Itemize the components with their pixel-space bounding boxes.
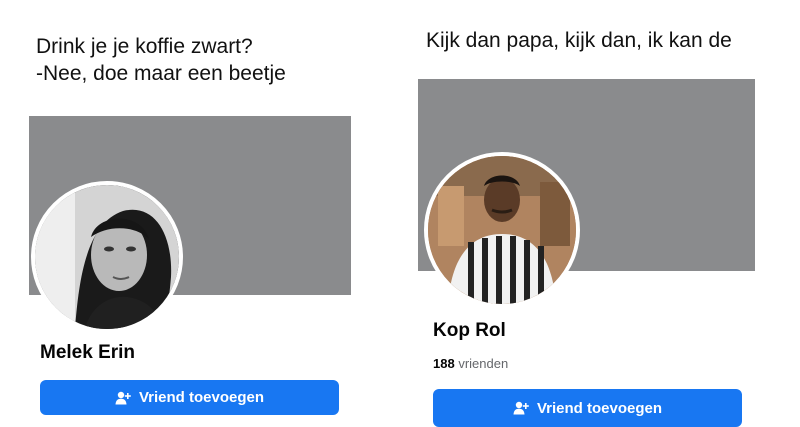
friends-number: 188 (433, 356, 455, 371)
caption-line-2: -Nee, doe maar een beetje (36, 62, 286, 85)
profile-avatar[interactable] (31, 181, 183, 333)
caption-line: Kijk dan papa, kijk dan, ik kan de (426, 29, 732, 52)
profile-photo (35, 185, 179, 329)
person-plus-icon (513, 401, 529, 415)
add-friend-button[interactable]: Vriend toevoegen (40, 380, 339, 415)
friends-count[interactable]: 188 vrienden (433, 356, 508, 371)
person-plus-icon (115, 391, 131, 404)
profile-name: Melek Erin (40, 342, 136, 363)
add-friend-label: Vriend toevoegen (138, 389, 265, 406)
left-meme-panel: Drink je je koffie zwart? -Nee, doe maar… (0, 0, 400, 420)
profile-name: Kop Rol (433, 320, 506, 341)
profile-photo (428, 156, 576, 304)
profile-avatar[interactable] (424, 152, 580, 308)
add-friend-label: Vriend toevoegen (536, 399, 663, 417)
caption-line-1: Drink je je koffie zwart? (36, 35, 253, 58)
add-friend-button[interactable]: Vriend toevoegen (433, 389, 742, 427)
friends-label: vrienden (458, 356, 509, 371)
